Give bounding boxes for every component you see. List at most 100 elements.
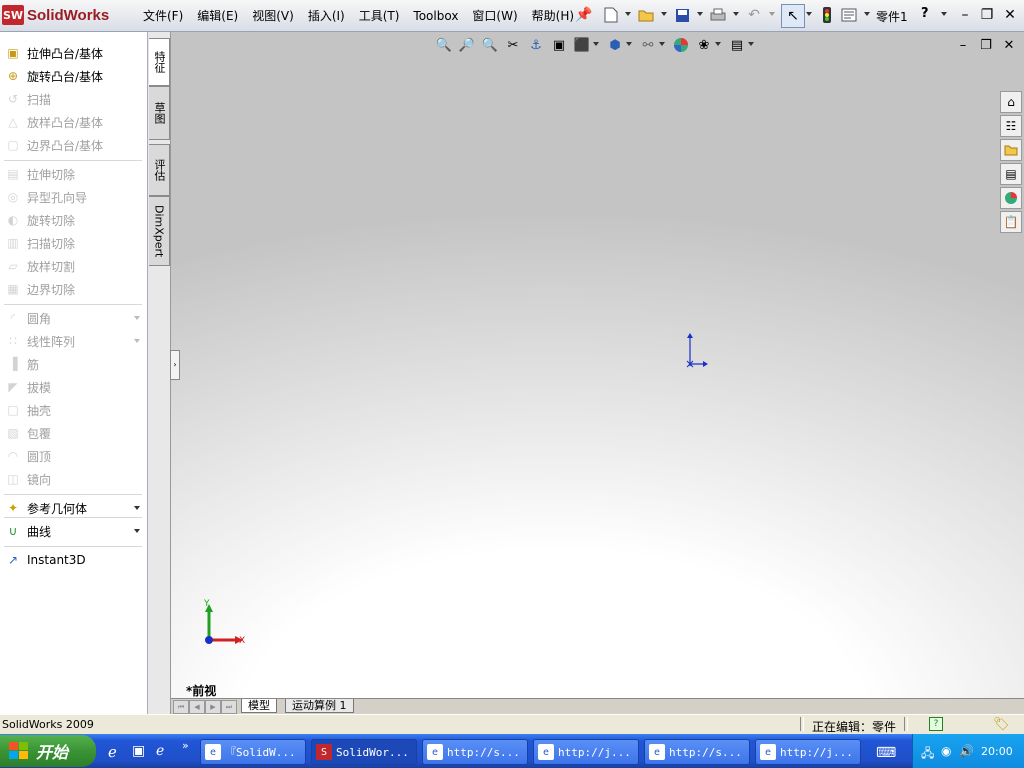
menu-toolbox[interactable]: Toolbox <box>406 9 465 23</box>
print-dropdown-icon[interactable] <box>733 12 739 16</box>
new-dropdown-icon[interactable] <box>625 12 631 16</box>
last-tab-icon[interactable]: ⏭ <box>221 700 237 714</box>
view-settings-dropdown-icon[interactable] <box>748 42 754 46</box>
next-tab-icon[interactable]: ▶ <box>205 700 221 714</box>
volume-icon[interactable]: 🔊 <box>959 744 974 758</box>
browser-quicklaunch-icon[interactable]: ℯ <box>156 743 164 759</box>
display-style-dropdown-icon[interactable] <box>626 42 632 46</box>
menu-help[interactable]: 帮助(H) <box>525 7 581 24</box>
view-palette-icon[interactable]: ▤ <box>1000 163 1022 185</box>
view-name-label: *前视 <box>186 684 217 698</box>
tab-evaluate[interactable]: 评估 <box>149 144 170 196</box>
taskbar-item-solidworks[interactable]: S SolidWor... <box>311 739 417 765</box>
select-arrow-icon[interactable]: ↖ <box>781 4 805 28</box>
resources-home-icon[interactable]: ⌂ <box>1000 91 1022 113</box>
view-settings-icon[interactable]: ▤ <box>728 36 746 54</box>
zoom-to-area-icon[interactable]: 🔎 <box>458 36 476 54</box>
print-icon[interactable] <box>709 6 727 24</box>
wrap-icon: ▧ <box>7 426 19 440</box>
restore-doc-icon[interactable]: ❐ <box>977 36 995 54</box>
network-icon[interactable]: 🖧 <box>921 744 934 765</box>
rebuild-traffic-light-icon[interactable] <box>818 6 836 24</box>
view-orientation-icon[interactable]: ⬛ <box>573 36 591 54</box>
hide-show-dropdown-icon[interactable] <box>659 42 665 46</box>
custom-properties-icon[interactable]: 📋 <box>1000 211 1022 233</box>
show-desktop-icon[interactable]: ▣ <box>132 743 145 759</box>
save-icon[interactable] <box>673 6 691 24</box>
display-style-icon[interactable]: ⬢ <box>606 36 624 54</box>
tab-sketch[interactable]: 草图 <box>149 86 170 140</box>
select-dropdown-icon[interactable] <box>806 12 812 16</box>
chevron-down-icon[interactable] <box>134 506 140 510</box>
solidworks-logo[interactable]: SW SolidWorks <box>2 3 124 27</box>
extrude-boss-icon: ▣ <box>7 46 19 60</box>
panel-collapse-handle[interactable]: › <box>170 350 180 380</box>
dynamic-annotation-icon[interactable]: ▣ <box>550 36 568 54</box>
properties-dropdown-icon[interactable] <box>864 12 870 16</box>
antivirus-icon[interactable]: ◉ <box>941 744 951 758</box>
menu-tools[interactable]: 工具(T) <box>352 7 407 24</box>
menu-file[interactable]: 文件(F) <box>136 7 190 24</box>
menu-insert[interactable]: 插入(I) <box>301 7 352 24</box>
menu-window[interactable]: 窗口(W) <box>465 7 524 24</box>
chevron-down-icon[interactable] <box>134 339 140 343</box>
restore-app-icon[interactable]: ❐ <box>978 6 996 24</box>
close-doc-icon[interactable]: ✕ <box>1000 36 1018 54</box>
tag-status-icon[interactable]: 🏷 <box>993 717 1010 732</box>
graphics-area[interactable]: 🔍 🔎 🔍 ✂ ⚓ ▣ ⬛ ⬢ ⚯ ❀ ▤ – ❐ ✕ Y X <box>171 32 1024 698</box>
save-dropdown-icon[interactable] <box>697 12 703 16</box>
help-dropdown-icon[interactable] <box>941 12 947 16</box>
undo-icon[interactable]: ↶ <box>745 6 763 24</box>
view-orientation-axis-icon[interactable]: ⚓ <box>527 36 545 54</box>
appearances-icon[interactable] <box>1000 187 1022 209</box>
undo-dropdown-icon[interactable] <box>769 12 775 16</box>
help-status-icon[interactable]: ? <box>929 717 943 731</box>
pin-icon[interactable]: 📌 <box>575 6 593 24</box>
hide-show-items-icon[interactable]: ⚯ <box>639 36 657 54</box>
menu-edit[interactable]: 编辑(E) <box>190 7 245 24</box>
quicklaunch-overflow-icon[interactable]: » <box>182 739 189 752</box>
scene-dropdown-icon[interactable] <box>715 42 721 46</box>
feature-item[interactable]: ↗ Instant3D <box>0 549 146 571</box>
first-tab-icon[interactable]: ⏮ <box>173 700 189 714</box>
keyboard-icon[interactable]: ⌨ <box>876 745 896 761</box>
section-view-icon[interactable]: ✂ <box>504 36 522 54</box>
close-app-icon[interactable]: ✕ <box>1001 6 1019 24</box>
chevron-down-icon[interactable] <box>134 529 140 533</box>
taskbar-item-browser-2[interactable]: e http://j... <box>533 739 639 765</box>
open-dropdown-icon[interactable] <box>661 12 667 16</box>
file-explorer-icon[interactable] <box>1000 139 1022 161</box>
feature-item[interactable]: ▣ 拉伸凸台/基体 <box>0 42 146 64</box>
prev-tab-icon[interactable]: ◀ <box>189 700 205 714</box>
apply-scene-icon[interactable]: ❀ <box>695 36 713 54</box>
clock[interactable]: 20:00 <box>981 745 1013 758</box>
taskbar-item-browser-4[interactable]: e http://j... <box>755 739 861 765</box>
help-icon[interactable]: ? <box>921 6 929 21</box>
feature-label: 筋 <box>27 357 40 372</box>
design-library-icon[interactable]: ☷ <box>1000 115 1022 137</box>
tab-model[interactable]: 模型 <box>241 699 277 713</box>
feature-item[interactable]: ∪ 曲线 <box>0 520 146 542</box>
previous-view-icon[interactable]: 🔍 <box>481 36 499 54</box>
taskbar-item-browser-1[interactable]: e http://s... <box>422 739 528 765</box>
minimize-doc-icon[interactable]: – <box>954 36 972 54</box>
zoom-to-fit-icon[interactable]: 🔍 <box>435 36 453 54</box>
feature-item[interactable]: ⊕ 旋转凸台/基体 <box>0 65 146 87</box>
view-orientation-dropdown-icon[interactable] <box>593 42 599 46</box>
minimize-app-icon[interactable]: – <box>956 6 974 24</box>
feature-item: ◠ 圆顶 <box>0 445 146 467</box>
taskbar-item-explorer[interactable]: e 『SolidW... <box>200 739 306 765</box>
tab-features[interactable]: 特征 <box>149 38 170 86</box>
ie-quicklaunch-icon[interactable]: ℯ <box>108 743 117 761</box>
tab-motion-study[interactable]: 运动算例 1 <box>285 699 354 713</box>
feature-item[interactable]: ✦ 参考几何体 <box>0 497 146 519</box>
new-document-icon[interactable] <box>602 6 620 24</box>
edit-appearance-icon[interactable] <box>672 36 690 54</box>
menu-view[interactable]: 视图(V) <box>245 7 301 24</box>
start-button[interactable]: 开始 <box>0 735 96 767</box>
open-folder-icon[interactable] <box>637 6 655 24</box>
tab-dimxpert[interactable]: DimXpert <box>149 196 170 266</box>
file-properties-icon[interactable] <box>840 6 858 24</box>
chevron-down-icon[interactable] <box>134 316 140 320</box>
taskbar-item-browser-3[interactable]: e http://s... <box>644 739 750 765</box>
